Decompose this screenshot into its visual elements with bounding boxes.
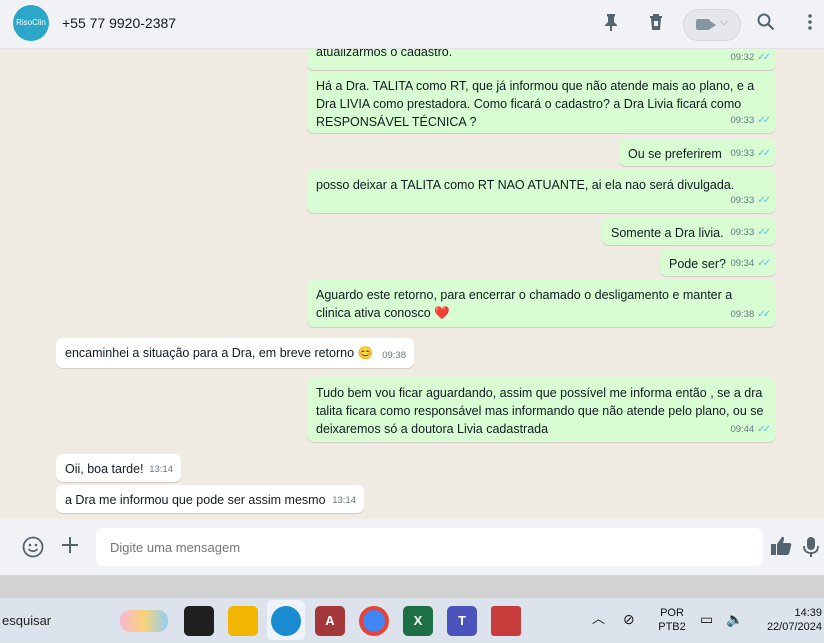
- message-meta: 09:33 ✓✓: [730, 115, 771, 126]
- message-bubble-outgoing[interactable]: Pode ser? 09:34 ✓✓: [660, 249, 776, 276]
- message-text: encaminhei a situação para a Dra, em bre…: [65, 346, 374, 360]
- display-icon[interactable]: ▭: [700, 612, 713, 626]
- language-indicator[interactable]: POR PTB2: [654, 606, 690, 634]
- message-bubble-incoming[interactable]: encaminhei a situação para a Dra, em bre…: [56, 338, 414, 368]
- message-meta: 09:34 ✓✓: [730, 258, 771, 269]
- task-view-icon[interactable]: [184, 606, 214, 636]
- message-text: Somente a Dra livia.: [611, 226, 724, 240]
- teams-icon[interactable]: T: [447, 606, 477, 636]
- clock-time: 14:39: [794, 607, 822, 619]
- message-meta: 09:32 ✓✓: [730, 52, 771, 63]
- volume-icon[interactable]: 🔈: [726, 612, 743, 626]
- message-list[interactable]: atualizarmos o cadastro. 09:32 ✓✓ Há a Dr…: [0, 49, 824, 519]
- chrome-icon[interactable]: [359, 606, 389, 636]
- read-ticks-icon: ✓✓: [757, 309, 771, 320]
- read-ticks-icon: ✓✓: [757, 148, 771, 159]
- message-text: a Dra me informou que pode ser assim mes…: [65, 493, 326, 507]
- message-meta: 09:33 ✓✓: [730, 195, 771, 206]
- message-text: atualizarmos o cadastro.: [316, 49, 453, 59]
- clock-date: 22/07/2024: [766, 621, 822, 633]
- message-bubble-incoming[interactable]: Oii, boa tarde! 13:14: [56, 454, 181, 482]
- excel-icon[interactable]: X: [403, 606, 433, 636]
- message-bubble-outgoing[interactable]: Ou se preferirem 09:33 ✓✓: [619, 139, 776, 166]
- taskbar-search-text: esquisar: [2, 613, 52, 628]
- access-icon[interactable]: A: [315, 606, 345, 636]
- message-bubble-outgoing[interactable]: posso deixar a TALITA como RT NAO ATUANT…: [307, 170, 776, 213]
- message-meta: 09:44 ✓✓: [730, 424, 771, 435]
- message-text: Aguardo este retorno, para encerrar o ch…: [316, 288, 733, 320]
- message-text: Oii, boa tarde!: [65, 462, 144, 476]
- read-ticks-icon: ✓✓: [757, 52, 771, 63]
- language-bottom: PTB2: [658, 621, 686, 633]
- message-composer: [0, 519, 824, 575]
- message-meta: 13:14: [149, 464, 173, 475]
- message-text: Ou se preferirem: [628, 147, 722, 161]
- read-ticks-icon: ✓✓: [757, 195, 771, 206]
- video-call-icon: [696, 19, 716, 30]
- message-input[interactable]: [96, 528, 763, 566]
- edge-icon[interactable]: [271, 606, 301, 636]
- network-offline-icon[interactable]: ⊘: [623, 612, 635, 626]
- message-text: Pode ser?: [669, 257, 726, 271]
- search-icon[interactable]: [755, 13, 777, 35]
- message-text: Há a Dra. TALITA como RT, que já informo…: [316, 79, 755, 129]
- taskbar-search[interactable]: esquisar: [0, 598, 178, 643]
- message-bubble-incoming[interactable]: a Dra me informou que pode ser assim mes…: [56, 485, 364, 513]
- avatar-text: RisoClin: [16, 18, 46, 27]
- search-highlight-icon: [120, 610, 168, 632]
- plus-icon[interactable]: [59, 536, 81, 558]
- pin-icon[interactable]: [600, 13, 622, 35]
- window-bottom-edge: [0, 575, 824, 598]
- chevron-down-icon: ⌵: [720, 16, 729, 28]
- windows-taskbar: esquisar A X T ︿ ⊘ POR PTB2 ▭ 🔈 14:39 22…: [0, 598, 824, 643]
- trash-icon[interactable]: [645, 13, 667, 35]
- read-ticks-icon: ✓✓: [757, 115, 771, 126]
- message-bubble-outgoing[interactable]: Aguardo este retorno, para encerrar o ch…: [307, 280, 776, 327]
- video-call-button[interactable]: ⌵: [683, 9, 741, 41]
- menu-icon[interactable]: [799, 13, 821, 35]
- emoji-icon[interactable]: [22, 536, 44, 558]
- contact-name[interactable]: +55 77 9920-2387: [62, 15, 176, 31]
- message-meta: 09:38 ✓✓: [730, 309, 771, 320]
- chat-header: RisoClin +55 77 9920-2387 ⌵: [0, 0, 824, 49]
- mic-icon[interactable]: [800, 536, 822, 558]
- clock[interactable]: 14:39 22/07/2024: [756, 606, 822, 634]
- read-ticks-icon: ✓✓: [757, 424, 771, 435]
- contact-avatar[interactable]: RisoClin: [13, 5, 49, 41]
- message-text: posso deixar a TALITA como RT NAO ATUANT…: [316, 178, 735, 192]
- read-ticks-icon: ✓✓: [757, 227, 771, 238]
- message-meta: 09:33 ✓✓: [730, 148, 771, 159]
- message-bubble-outgoing[interactable]: Tudo bem vou ficar aguardando, assim que…: [307, 378, 776, 442]
- language-top: POR: [660, 607, 684, 619]
- message-text: Tudo bem vou ficar aguardando, assim que…: [316, 386, 764, 436]
- message-bubble-outgoing[interactable]: atualizarmos o cadastro. 09:32 ✓✓: [307, 49, 776, 70]
- snipping-tool-icon[interactable]: [491, 606, 521, 636]
- thumbs-up-icon[interactable]: [770, 536, 792, 558]
- message-meta: 13:14: [332, 495, 356, 506]
- message-meta: 09:38: [382, 350, 406, 361]
- read-ticks-icon: ✓✓: [757, 258, 771, 269]
- chevron-up-icon[interactable]: ︿: [592, 612, 605, 626]
- message-bubble-outgoing[interactable]: Somente a Dra livia. 09:33 ✓✓: [602, 218, 776, 245]
- message-bubble-outgoing[interactable]: Há a Dra. TALITA como RT, que já informo…: [307, 71, 776, 133]
- file-explorer-icon[interactable]: [228, 606, 258, 636]
- message-meta: 09:33 ✓✓: [730, 227, 771, 238]
